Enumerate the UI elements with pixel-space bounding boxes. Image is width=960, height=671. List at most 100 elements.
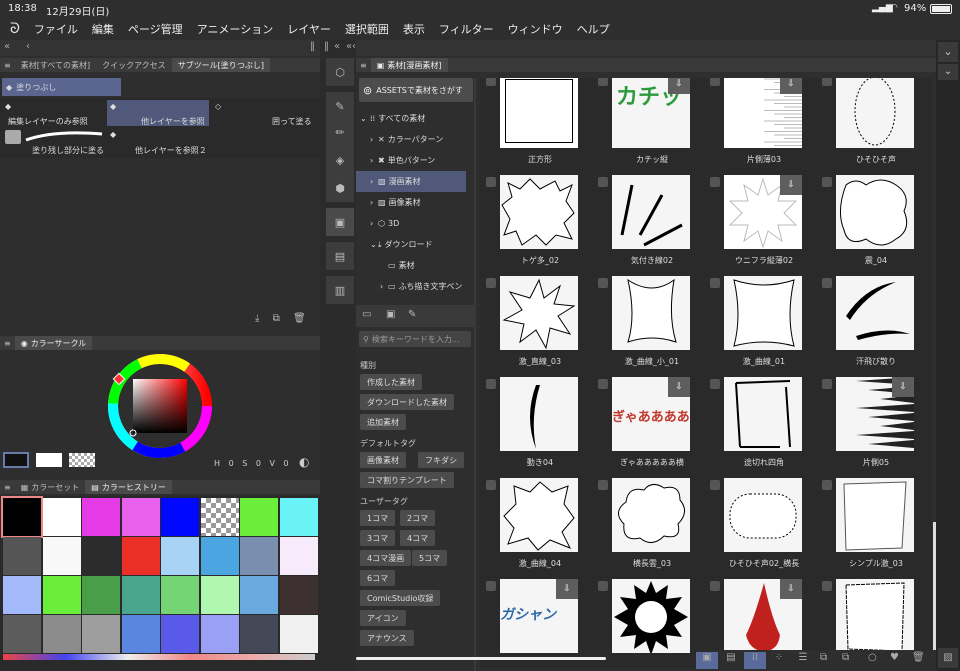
panel-menu-icon[interactable]: ≡ (4, 339, 11, 348)
tag-button[interactable]: 作成した素材 (360, 374, 422, 390)
paste-icon[interactable]: ⧉ (820, 652, 827, 663)
material-tool-icon[interactable]: ⬡ (326, 58, 354, 86)
history-swatch[interactable] (200, 576, 239, 614)
select-checkbox[interactable] (710, 480, 720, 490)
material-thumbnail[interactable] (612, 175, 690, 249)
tree-manga-materials[interactable]: › ▨ 漫画素材 (356, 171, 466, 192)
material-thumbnail[interactable] (836, 478, 914, 552)
material-item[interactable]: シンプル激_03 (820, 478, 932, 579)
material-thumbnail[interactable] (500, 276, 578, 350)
tag-button[interactable]: フキダシ (418, 452, 465, 468)
tab-color-circle[interactable]: ◉ カラーサークル (14, 336, 93, 350)
pencil-icon[interactable]: ✏ (326, 118, 354, 146)
cloud-download-icon[interactable]: ⇩ (780, 175, 802, 195)
material-item[interactable]: 激_曲線_04 (484, 478, 596, 579)
select-checkbox[interactable] (598, 480, 608, 490)
view-detail-icon[interactable]: ▤ (720, 652, 742, 669)
tab-subtool-fill[interactable]: サブツール[塗りつぶし] (171, 58, 271, 72)
material-item[interactable]: ひそひそ声 (820, 78, 932, 175)
layer-props-icon[interactable]: ▥ (326, 276, 354, 304)
add-material-icon[interactable]: ▣ (386, 309, 395, 320)
select-checkbox[interactable] (486, 177, 496, 187)
history-swatch[interactable] (161, 615, 199, 653)
material-item[interactable]: ⇩ 片側05 (820, 377, 932, 478)
view-large-grid-icon[interactable]: ⁞⁞ (744, 652, 766, 669)
select-checkbox[interactable] (598, 177, 608, 187)
history-swatch[interactable] (200, 498, 239, 536)
circle-icon[interactable]: ○ (868, 652, 877, 663)
menu-edit[interactable]: 編集 (92, 21, 114, 37)
chevron-down-icon[interactable]: ⌄ (938, 42, 958, 62)
material-item[interactable]: 激_曲線_01 (708, 276, 820, 377)
menu-help[interactable]: ヘルプ (577, 21, 610, 37)
subtool-edit-layer-only[interactable]: ◆ 編集レイヤーのみ参照 (2, 100, 106, 126)
view-thumbnail-icon[interactable]: ▣ (696, 652, 718, 669)
select-checkbox[interactable] (710, 278, 720, 288)
tag-button[interactable]: 4コマ漫画 (360, 550, 412, 566)
select-checkbox[interactable] (486, 379, 496, 389)
select-checkbox[interactable] (710, 379, 720, 389)
tab-quick-access[interactable]: クイックアクセス (96, 58, 172, 72)
view-small-grid-icon[interactable]: ⁘ (768, 652, 790, 669)
material-thumbnail[interactable] (724, 276, 802, 350)
material-thumbnail[interactable] (836, 78, 914, 148)
tag-button[interactable]: 5コマ (412, 550, 448, 566)
material-item[interactable]: 気付き線02 (596, 175, 708, 276)
tree-3d[interactable]: › ⬡ 3D (360, 213, 472, 234)
select-checkbox[interactable] (822, 480, 832, 490)
trash-icon[interactable]: 🗑 (293, 313, 306, 324)
chevron-left-icon[interactable]: ‹ (26, 41, 30, 52)
tag-button[interactable]: 6コマ (360, 570, 396, 586)
material-thumbnail[interactable] (836, 175, 914, 249)
history-swatch[interactable] (3, 537, 41, 575)
material-item[interactable]: ⇩ ウニフラ縦薄02 (708, 175, 820, 276)
select-checkbox[interactable] (710, 581, 720, 591)
navigator-icon[interactable]: ▨ (938, 648, 958, 668)
copy-icon[interactable]: ⧉ (842, 652, 849, 663)
cloud-download-icon[interactable]: ⇩ (892, 377, 914, 397)
dock-grip-icon[interactable]: ‖ (324, 41, 329, 52)
tree-image-materials[interactable]: › ▨ 画像素材 (360, 192, 472, 213)
select-checkbox[interactable] (598, 379, 608, 389)
material-item[interactable]: 正方形 (484, 78, 596, 175)
tab-color-set[interactable]: ▦ カラーセット (15, 480, 86, 494)
history-swatch[interactable] (240, 498, 278, 536)
menu-selection[interactable]: 選択範囲 (345, 21, 389, 37)
panel-menu-icon[interactable]: ≡ (360, 61, 367, 70)
material-thumbnail[interactable] (612, 478, 690, 552)
history-swatch[interactable] (42, 498, 81, 536)
material-thumbnail[interactable] (724, 377, 802, 451)
subtool-enclose-fill[interactable]: ◇ 囲って塗る (212, 100, 316, 126)
heart-icon[interactable]: ♥ (890, 652, 899, 663)
chevron-left-icon[interactable]: ‹ (352, 41, 356, 52)
tag-button[interactable]: 1コマ (360, 510, 396, 526)
menu-filter[interactable]: フィルター (439, 21, 494, 37)
tag-button[interactable]: 画像素材 (360, 452, 406, 468)
history-swatch[interactable] (279, 498, 318, 536)
history-swatch[interactable] (121, 498, 160, 536)
sub-color-swatch[interactable] (36, 453, 62, 467)
material-item[interactable]: ひそひそ声02_横長 (708, 478, 820, 579)
tag-button[interactable]: 2コマ (400, 510, 436, 526)
material-thumbnail[interactable] (500, 175, 578, 249)
subtool-group-fill[interactable]: ◆ 塗りつぶし (2, 78, 121, 96)
subtool-refer-other-layers-2[interactable]: ◆ 他レイヤーを参照２ (107, 128, 211, 156)
tag-button[interactable]: ダウンロードした素材 (360, 394, 454, 410)
history-swatch-partial[interactable] (3, 654, 315, 660)
collapse-left-icon[interactable]: « (4, 41, 10, 52)
material-item[interactable]: ⇩ 片側薄03 (708, 78, 820, 175)
subtool-refer-other-layers[interactable]: ◆ 他レイヤーを参照 (107, 100, 209, 126)
view-list-icon[interactable]: ☰ (792, 652, 814, 669)
panel-menu-icon[interactable]: ≡ (4, 61, 11, 70)
tree-outline-text-pen[interactable]: › ▭ ふち描き文字ペン (360, 276, 472, 297)
material-item[interactable]: 激_曲線_小_01 (596, 276, 708, 377)
menu-page[interactable]: ページ管理 (128, 21, 183, 37)
select-checkbox[interactable] (486, 278, 496, 288)
tree-mono-pattern[interactable]: › ✖ 単色パターン (360, 150, 472, 171)
material-item[interactable]: カチッ ⇩ カチッ縦 (596, 78, 708, 175)
material-thumbnail[interactable] (500, 78, 578, 148)
menu-view[interactable]: 表示 (403, 21, 425, 37)
color-mode-toggle-icon[interactable]: ◐ (299, 455, 309, 469)
new-folder-icon[interactable]: ▭ (362, 309, 371, 320)
tag-button[interactable]: アイコン (360, 610, 406, 626)
